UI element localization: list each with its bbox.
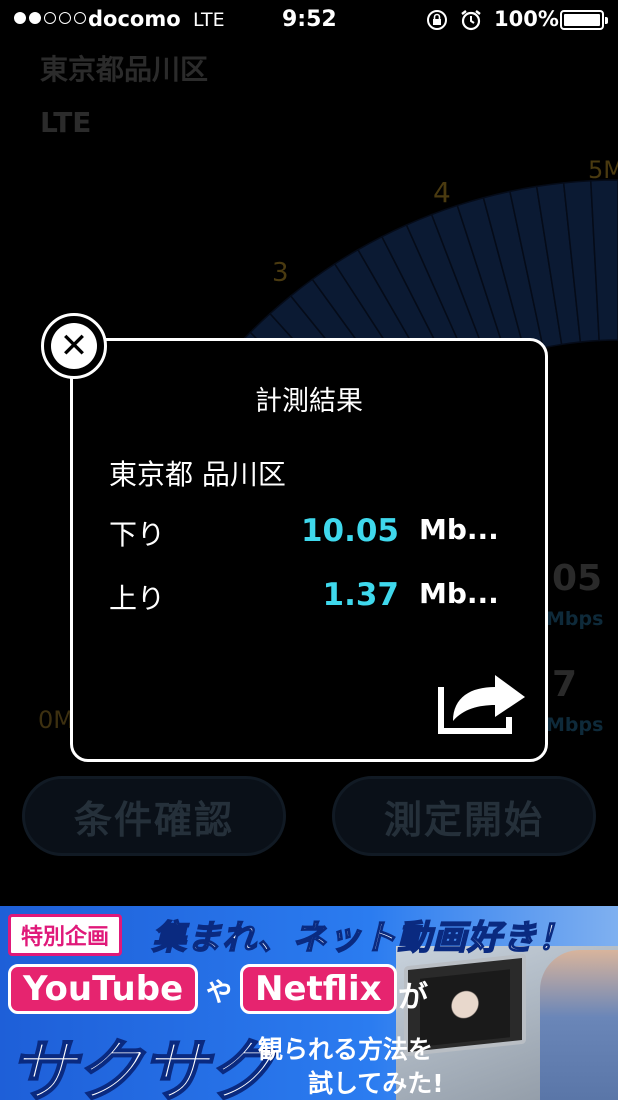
battery-percent: 100%	[494, 7, 559, 31]
check-conditions-button[interactable]: 条件確認	[22, 776, 286, 856]
upload-value: 1.37	[322, 577, 400, 613]
ad-tag: 特別企画	[8, 914, 123, 956]
share-icon[interactable]	[435, 661, 531, 737]
ad-connector-ga: が	[398, 980, 428, 1015]
background-download-value: 05	[552, 558, 603, 599]
gauge-label-3: 3	[272, 258, 289, 288]
signal-strength-icon	[14, 12, 86, 24]
ad-banner[interactable]: 特別企画 集まれ、ネット動画好き！ YouTube や Netflix が サク…	[0, 906, 618, 1100]
gauge-label-max: 5M	[588, 156, 618, 184]
carrier-name: docomo	[88, 7, 181, 31]
dialog-title: 計測結果	[255, 386, 363, 417]
close-icon: ✕	[51, 323, 97, 369]
background-network: LTE	[40, 106, 92, 139]
download-label: 下り	[109, 518, 166, 551]
battery-icon	[560, 10, 608, 30]
status-bar: docomo LTE 9:52 100%	[0, 0, 618, 40]
download-value: 10.05	[300, 513, 399, 549]
background-upload-value: 7	[552, 664, 578, 705]
result-location: 東京都 品川区	[109, 458, 286, 491]
start-measurement-button[interactable]: 測定開始	[332, 776, 596, 856]
alarm-icon	[461, 10, 481, 31]
ad-subline-2: 試してみた!	[308, 1069, 444, 1098]
ad-connector-ya: や	[206, 978, 233, 1008]
download-unit: Mb...	[419, 513, 499, 546]
close-button[interactable]: ✕	[41, 313, 107, 379]
upload-label: 上り	[109, 582, 166, 615]
background-location: 東京都品川区	[40, 53, 209, 86]
background-upload-unit: Mbps	[546, 714, 604, 736]
ad-youtube-pill: YouTube	[8, 964, 199, 1014]
ad-subline-1: 観られる方法を	[258, 1035, 434, 1064]
clock: 9:52	[282, 7, 337, 32]
gauge-label-4: 4	[433, 176, 451, 209]
person-image	[540, 950, 618, 1100]
gauge-label-min: 0M	[38, 706, 74, 734]
result-dialog: 計測結果 東京都 品川区 下り 10.05 Mb... 上り 1.37 Mb..…	[70, 338, 548, 762]
rotation-lock-icon	[427, 10, 447, 30]
ad-big-text: サクサク	[7, 1032, 275, 1100]
upload-unit: Mb...	[419, 577, 499, 610]
ad-headline: 集まれ、ネット動画好き！	[151, 917, 573, 959]
background-download-unit: Mbps	[546, 608, 604, 630]
ad-netflix-pill: Netflix	[240, 964, 397, 1014]
network-type: LTE	[193, 9, 225, 31]
